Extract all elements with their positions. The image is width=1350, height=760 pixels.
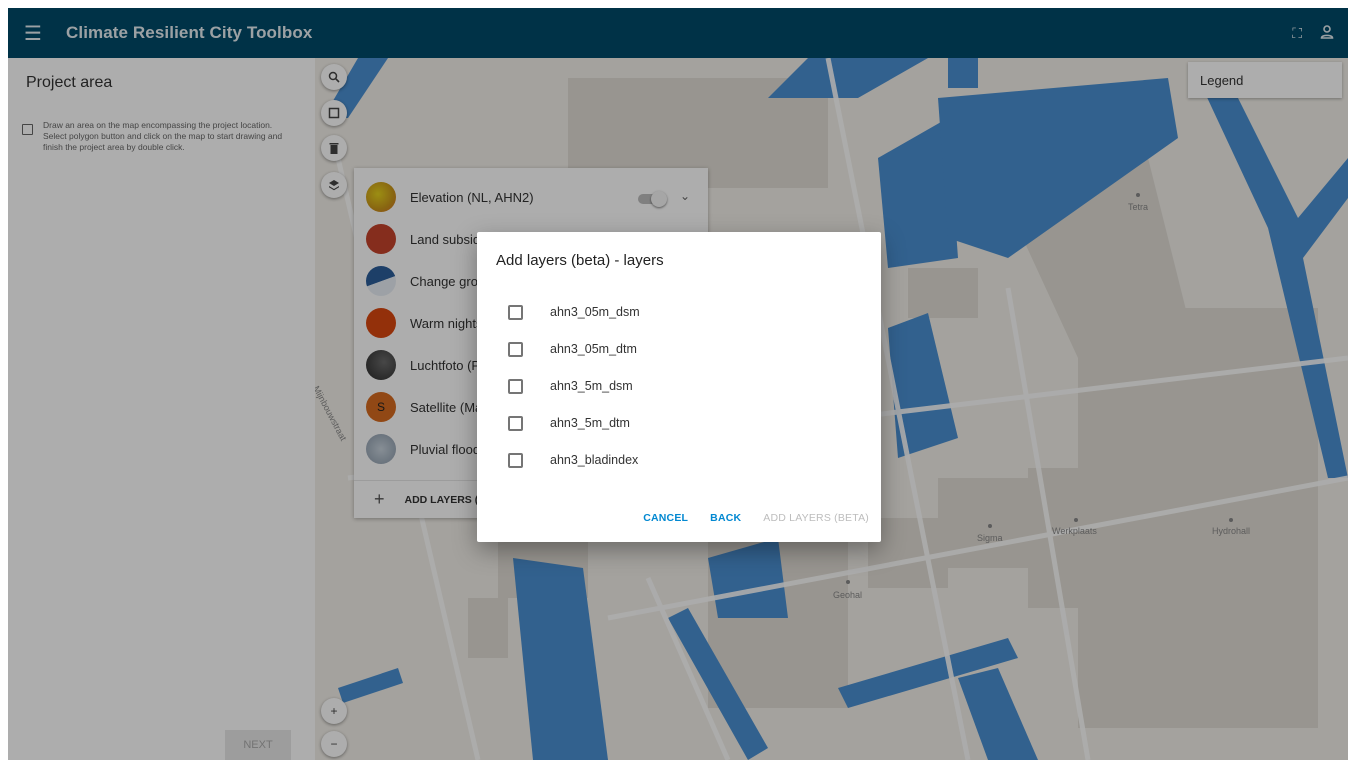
- add-layers-dialog: Add layers (beta) - layers ahn3_05m_dsm …: [477, 232, 881, 542]
- layer-option-label: ahn3_5m_dsm: [550, 379, 633, 393]
- layer-option-label: ahn3_5m_dtm: [550, 416, 630, 430]
- dialog-title: Add layers (beta) - layers: [496, 252, 664, 269]
- layer-option-checkbox[interactable]: [508, 452, 523, 468]
- layer-option[interactable]: ahn3_5m_dsm: [508, 376, 633, 396]
- layer-option-checkbox[interactable]: [508, 341, 523, 357]
- back-button[interactable]: BACK: [710, 512, 741, 524]
- layer-option-checkbox[interactable]: [508, 415, 523, 431]
- layer-option-label: ahn3_bladindex: [550, 453, 639, 467]
- layer-option[interactable]: ahn3_5m_dtm: [508, 413, 630, 433]
- layer-option[interactable]: ahn3_05m_dsm: [508, 302, 640, 322]
- dialog-actions: CANCEL BACK ADD LAYERS (BETA): [643, 512, 869, 524]
- layer-option-label: ahn3_05m_dsm: [550, 305, 640, 319]
- layer-option[interactable]: ahn3_bladindex: [508, 450, 638, 470]
- layer-option[interactable]: ahn3_05m_dtm: [508, 339, 637, 359]
- add-layers-button[interactable]: ADD LAYERS (BETA): [763, 512, 869, 524]
- cancel-button[interactable]: CANCEL: [643, 512, 688, 524]
- layer-option-checkbox[interactable]: [508, 304, 523, 320]
- layer-option-label: ahn3_05m_dtm: [550, 342, 637, 356]
- app-frame: ☰ Climate Resilient City Toolbox ⛶ Tetra…: [8, 8, 1348, 760]
- layer-option-checkbox[interactable]: [508, 378, 523, 394]
